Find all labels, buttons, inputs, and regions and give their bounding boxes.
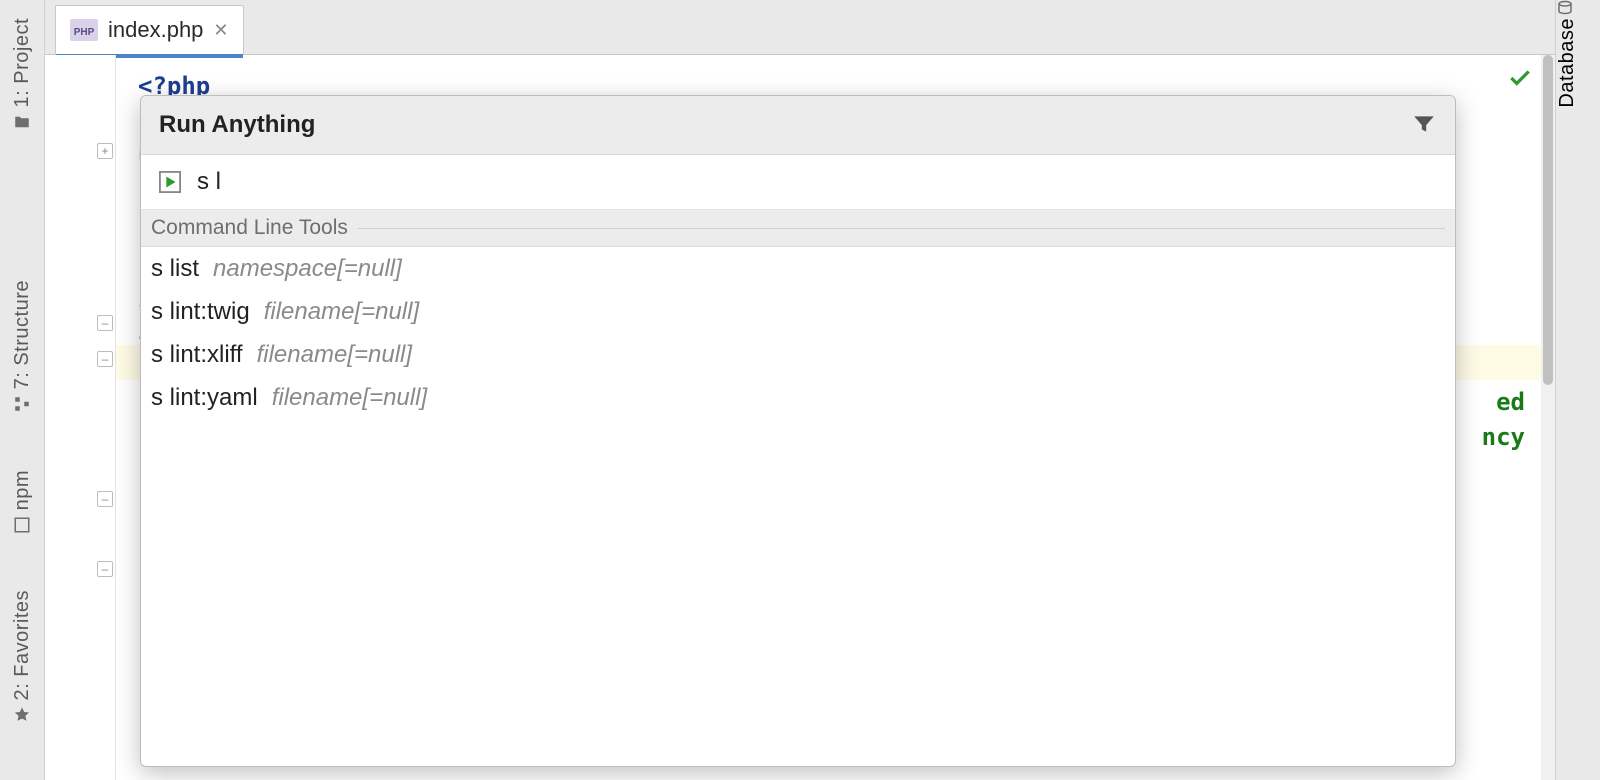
npm-icon [13,516,31,534]
result-arg: filename[=null] [272,384,427,412]
code-fragment: ncy [1482,420,1525,455]
fold-marker-icon[interactable]: – [97,351,113,367]
popup-input-row [141,155,1455,210]
inspection-ok-icon[interactable] [1507,65,1533,101]
result-arg: namespace[=null] [213,255,402,283]
results-list: s listnamespace[=null]s lint:twigfilenam… [141,247,1455,766]
fold-marker-icon[interactable]: – [97,315,113,331]
filter-icon[interactable] [1411,111,1437,140]
fold-marker-icon[interactable]: – [97,491,113,507]
fold-marker-icon[interactable]: – [97,561,113,577]
result-command: s lint:twig [151,298,250,326]
result-row[interactable]: s list namespace[=null] [141,247,1455,290]
result-command: s lint:xliff [151,341,243,369]
php-file-icon: PHP [70,19,98,41]
tool-project-label: 1: Project [11,18,34,107]
section-rule [358,228,1445,229]
tool-npm[interactable]: npm [0,470,44,534]
tool-structure[interactable]: 7: Structure [0,280,44,413]
database-icon [1556,0,1574,18]
results-section-header: Command Line Tools [141,210,1455,247]
run-icon [159,171,181,193]
run-anything-input[interactable] [195,167,1437,197]
right-tool-strip: Database [1555,0,1600,780]
tool-npm-label: npm [11,470,34,510]
scrollbar-thumb[interactable] [1543,55,1553,385]
result-row[interactable]: s lint:xliff filename[=null] [141,333,1455,376]
star-icon [13,706,31,724]
result-arg: filename[=null] [257,341,412,369]
left-tool-strip: 1: Project 7: Structure npm 2: Favorites [0,0,45,780]
fold-rail: + – – – – [95,55,115,780]
tab-bar: PHP index.php ✕ [45,0,1555,55]
tab-filename: index.php [108,17,203,43]
section-title: Command Line Tools [151,216,348,240]
tool-database-label: Database [1556,18,1579,108]
folder-icon [13,113,31,131]
tool-structure-label: 7: Structure [11,280,34,389]
editor-scrollbar[interactable] [1541,55,1555,780]
tool-database[interactable]: Database [1556,0,1600,111]
result-command: s lint:yaml [151,384,258,412]
tab-index-php[interactable]: PHP index.php ✕ [55,5,244,54]
code-fragment: ed [1496,385,1525,420]
svg-text:PHP: PHP [74,27,95,38]
run-anything-popup: Run Anything Command Line Tools s list na… [140,95,1456,767]
tool-favorites[interactable]: 2: Favorites [0,590,44,724]
structure-icon [13,395,31,413]
fold-marker-icon[interactable]: + [97,143,113,159]
result-arg: filename[=null] [264,298,419,326]
result-row[interactable]: s lint:yaml filename[=null] [141,376,1455,419]
popup-title: Run Anything [159,111,1411,139]
tool-project[interactable]: 1: Project [0,18,44,131]
popup-header: Run Anything [141,96,1455,155]
tab-close-icon[interactable]: ✕ [213,20,228,41]
result-command: s list [151,255,199,283]
result-row[interactable]: s lint:twig filename[=null] [141,290,1455,333]
editor-gutter: + – – – – [45,55,116,780]
tool-favorites-label: 2: Favorites [11,590,34,700]
